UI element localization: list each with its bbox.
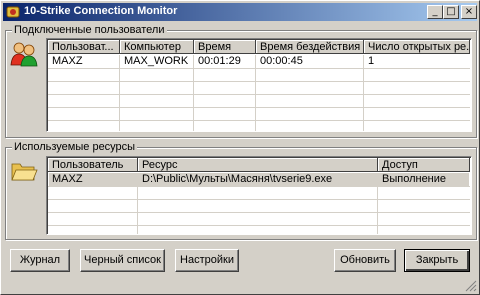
users-col-open[interactable]: Число открытых ре... [364, 40, 470, 54]
app-window: 10-Strike Connection Monitor _ □ × Подкл… [0, 0, 480, 295]
journal-button[interactable]: Журнал [10, 249, 70, 272]
folder-open-icon [11, 163, 38, 181]
resources-cell-user: MAXZ [52, 173, 83, 185]
resources-col-resource[interactable]: Ресурс [138, 158, 378, 172]
users-cell-open: 1 [368, 55, 375, 67]
users-cell-idle: 00:00:45 [260, 55, 303, 67]
users-col-time[interactable]: Время [194, 40, 256, 54]
users-group-label: Подключенные пользователи [12, 24, 167, 36]
users-cell-user: MAXZ [52, 55, 83, 67]
users-icon [10, 42, 38, 67]
users-col-user[interactable]: Пользоват... [48, 40, 120, 54]
users-cell-time: 00:01:29 [198, 55, 241, 67]
blacklist-button[interactable]: Черный список [80, 249, 165, 272]
close-window-button[interactable]: × [461, 5, 477, 19]
settings-button[interactable]: Настройки [175, 249, 239, 272]
resources-cell-resource: D:\Public\Мульты\Масяня\tvserie9.exe [142, 173, 333, 185]
resize-grip-icon[interactable] [465, 280, 477, 292]
window-title: 10-Strike Connection Monitor [24, 5, 178, 17]
minimize-button[interactable]: _ [427, 5, 443, 19]
app-icon [6, 6, 20, 18]
users-cell-computer: MAX_WORK [124, 55, 189, 67]
users-table[interactable]: Пользоват... Компьютер Время Время безде… [46, 38, 472, 132]
resources-table[interactable]: Пользователь Ресурс Доступ MAXZ D:\Publi… [46, 156, 472, 235]
title-bar[interactable]: 10-Strike Connection Monitor _ □ × [3, 3, 477, 21]
users-col-idle[interactable]: Время бездействия [256, 40, 364, 54]
users-group: Подключенные пользователи Пользоват... К… [5, 24, 477, 138]
resources-col-access[interactable]: Доступ [378, 158, 470, 172]
close-button[interactable]: Закрыть [404, 249, 470, 272]
resources-group: Используемые ресурсы Пользователь Ресурс… [5, 141, 477, 240]
resources-col-user[interactable]: Пользователь [48, 158, 138, 172]
resources-group-label: Используемые ресурсы [12, 141, 138, 153]
users-col-computer[interactable]: Компьютер [120, 40, 194, 54]
maximize-button[interactable]: □ [443, 5, 459, 19]
resources-cell-access: Выполнение [382, 173, 447, 185]
refresh-button[interactable]: Обновить [334, 249, 396, 272]
